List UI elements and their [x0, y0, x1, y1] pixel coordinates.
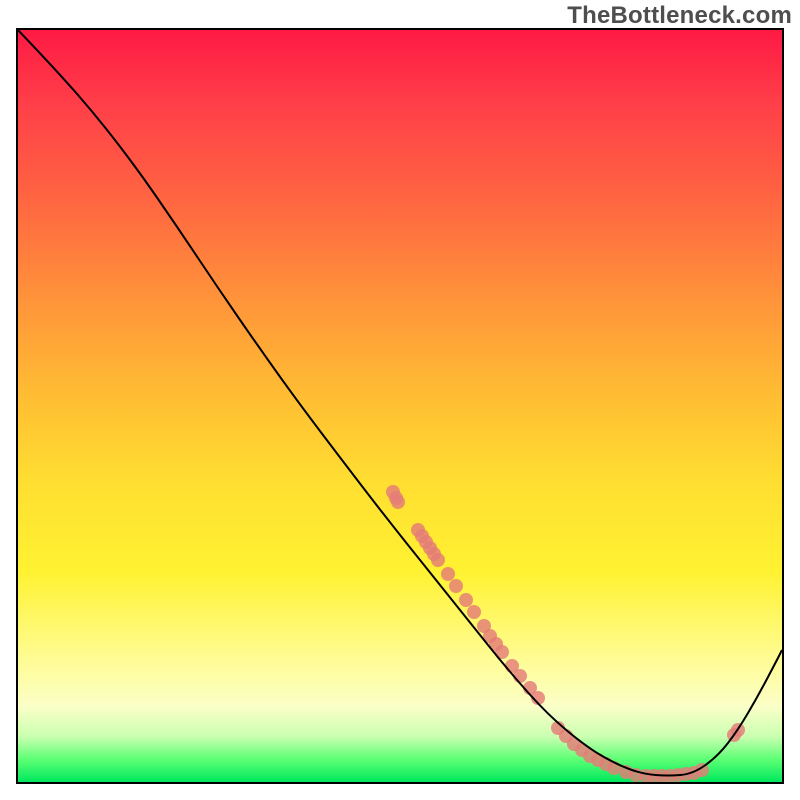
watermark-text: TheBottleneck.com: [567, 2, 792, 30]
curve-marker: [441, 567, 455, 581]
chart-container: TheBottleneck.com: [0, 0, 800, 800]
curve-marker: [513, 669, 527, 683]
curve-marker: [467, 605, 481, 619]
bottleneck-curve: [18, 30, 782, 776]
curve-marker: [391, 495, 405, 509]
curve-marker: [431, 553, 445, 567]
plot-area: [16, 28, 784, 784]
curve-marker: [449, 579, 463, 593]
curve-markers: [386, 485, 745, 782]
curve-layer: [18, 30, 782, 782]
curve-marker: [459, 593, 473, 607]
